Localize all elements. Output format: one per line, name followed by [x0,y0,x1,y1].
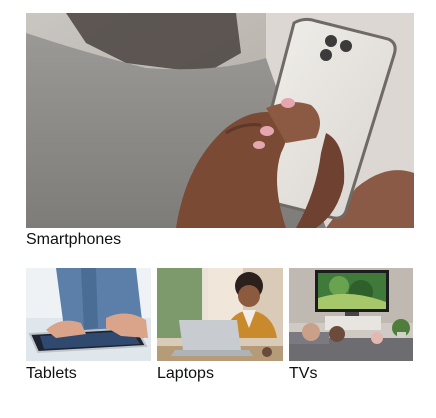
tvs-image[interactable] [289,268,413,361]
smartphones-image[interactable] [26,13,414,228]
tvs-label[interactable]: TVs [289,365,317,383]
tablets-label[interactable]: Tablets [26,365,77,383]
smartphones-card[interactable]: Smartphones [0,0,436,255]
tablets-image[interactable] [26,268,151,361]
tablets-card[interactable]: Tablets [26,268,151,388]
tvs-card[interactable]: TVs [289,268,413,388]
laptops-image[interactable] [157,268,283,361]
smartphones-label[interactable]: Smartphones [26,231,121,249]
laptops-label[interactable]: Laptops [157,365,214,383]
laptops-card[interactable]: Laptops [157,268,283,388]
